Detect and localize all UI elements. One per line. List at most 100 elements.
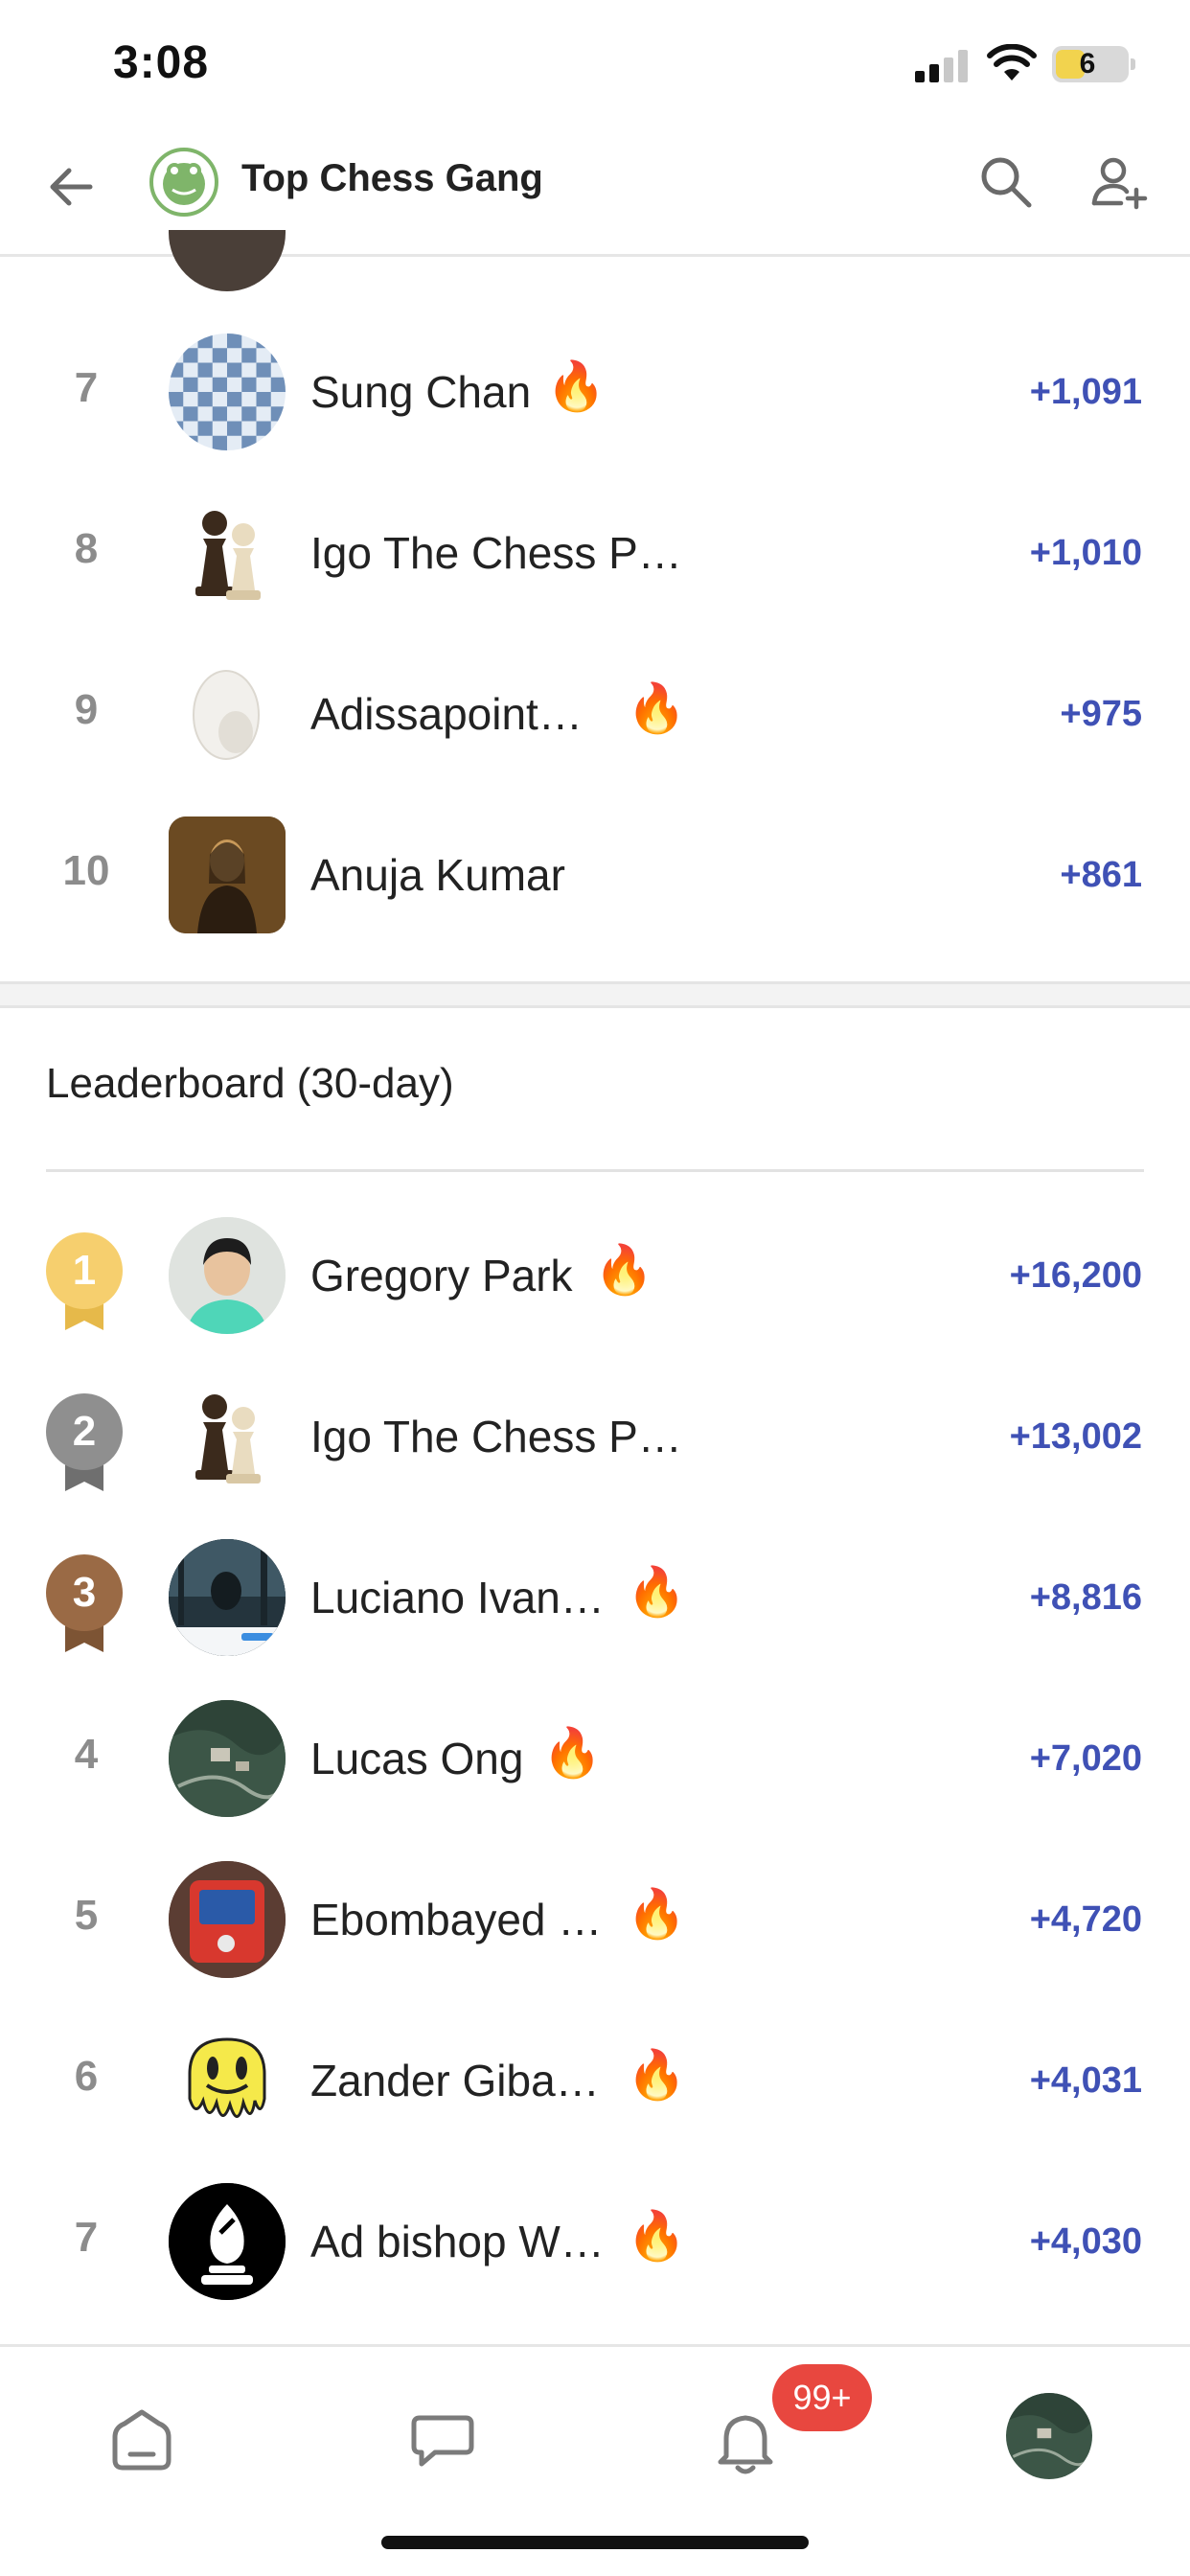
section-title: Leaderboard (30-day) <box>46 1060 454 1107</box>
rank-number: 7 <box>74 2214 99 2261</box>
avatar <box>169 1700 286 1817</box>
map-avatar-image <box>1006 2393 1092 2479</box>
fire-icon: 🔥 <box>627 2209 687 2263</box>
home-icon[interactable] <box>105 2404 178 2477</box>
chess-pawns-avatar-image <box>195 1394 261 1484</box>
score-value: +16,200 <box>1009 1255 1142 1296</box>
rank-number: 2 <box>72 1408 97 1455</box>
divider <box>46 1169 1144 1172</box>
rank-number: 5 <box>74 1892 99 1939</box>
group-title: Top Chess Gang <box>241 157 543 199</box>
add-user-icon[interactable] <box>1088 151 1150 213</box>
rank-number: 10 <box>62 847 110 894</box>
fire-icon: 🔥 <box>594 1243 654 1297</box>
score-value: +7,020 <box>1029 1738 1142 1779</box>
player-name: Zander Giba… <box>310 2056 600 2105</box>
score-value: +4,720 <box>1029 1899 1142 1940</box>
rank-number: 3 <box>72 1569 97 1616</box>
player-name: Sung Chan <box>310 367 532 417</box>
fire-icon: 🔥 <box>546 359 606 413</box>
cellular-signal-icon <box>915 50 968 82</box>
rank-number: 6 <box>74 2053 99 2100</box>
player-name: Anuja Kumar <box>310 850 565 900</box>
rank-number: 1 <box>72 1247 97 1294</box>
avatar <box>169 1378 286 1495</box>
score-value: +13,002 <box>1009 1416 1142 1457</box>
leaderboard-row[interactable]: 4 Lucas Ong 🔥 +7,020 <box>0 1679 1190 1840</box>
avatar <box>169 1539 286 1656</box>
rank-number: 4 <box>74 1731 99 1778</box>
status-time: 3:08 <box>113 37 210 88</box>
avatar <box>169 816 286 933</box>
score-value: +8,816 <box>1029 1577 1142 1618</box>
score-value: +861 <box>1060 855 1142 895</box>
avatar <box>169 334 286 450</box>
rank-number: 7 <box>74 364 99 411</box>
bronze-medal-icon: 3 <box>44 1554 125 1652</box>
player-name: Adissapoint… <box>310 689 583 739</box>
leaderboard-row[interactable]: 5 Ebombayed … 🔥 +4,720 <box>0 1840 1190 2001</box>
frog-logo-icon <box>163 163 205 205</box>
user-photo-avatar-image <box>169 1217 286 1334</box>
fire-icon: 🔥 <box>627 1565 687 1619</box>
melting-smiley-avatar-image <box>169 2022 286 2139</box>
score-value: +975 <box>1060 694 1142 734</box>
egg-avatar-image <box>193 670 260 760</box>
score-value: +1,091 <box>1029 372 1142 412</box>
score-value: +4,030 <box>1029 2221 1142 2262</box>
player-name: Luciano Ivan… <box>310 1573 605 1622</box>
fire-icon: 🔥 <box>627 681 687 735</box>
notification-badge: 99+ <box>772 2364 872 2431</box>
chess-pawns-avatar-image <box>195 511 261 600</box>
fire-icon: 🔥 <box>627 2048 687 2102</box>
player-name: Igo The Chess P… <box>310 528 682 578</box>
rank-number: 9 <box>74 686 99 733</box>
score-value: +4,031 <box>1029 2060 1142 2101</box>
avatar <box>169 230 286 291</box>
player-name: Gregory Park <box>310 1251 573 1300</box>
section-divider <box>0 981 1190 1008</box>
leaderboard-row[interactable]: 6 Zander Giba… 🔥 +4,031 <box>0 2001 1190 2162</box>
leaderboard-row[interactable]: 2 Igo The Chess P… +13,002 <box>0 1357 1190 1518</box>
chessboard-avatar-image <box>169 334 286 450</box>
rank-number: 8 <box>74 525 99 572</box>
leaderboard-row[interactable]: 1 Gregory Park 🔥 +16,200 <box>0 1196 1190 1357</box>
fire-icon: 🔥 <box>627 1887 687 1941</box>
list-item[interactable]: 8 Igo The Chess P… +1,010 <box>0 473 1190 634</box>
player-name: Ebombayed … <box>310 1895 603 1944</box>
list-item[interactable]: 9 Adissapoint… 🔥 +975 <box>0 634 1190 795</box>
profile-avatar[interactable] <box>1006 2393 1092 2479</box>
status-bar: 3:08 6 <box>0 0 1190 134</box>
avatar <box>169 1217 286 1334</box>
leaderboard-row[interactable]: 7 Ad bishop W… 🔥 +4,030 <box>0 2162 1190 2323</box>
portrait-avatar-image <box>169 816 286 933</box>
leaderboard-row[interactable]: 3 Luciano Ivan… 🔥 +8,816 <box>0 1518 1190 1679</box>
wifi-icon <box>987 44 1037 80</box>
list-item[interactable]: 10 Anuja Kumar +861 <box>0 795 1190 956</box>
arrow-left-icon[interactable] <box>42 157 102 217</box>
avatar <box>169 2183 286 2300</box>
score-value: +1,010 <box>1029 533 1142 573</box>
avatar <box>169 2022 286 2139</box>
avatar <box>169 494 286 611</box>
home-indicator <box>381 2536 809 2549</box>
battery-level: 6 <box>1079 48 1096 80</box>
group-avatar[interactable] <box>149 148 218 217</box>
player-name: Lucas Ong <box>310 1734 524 1783</box>
bell-icon[interactable] <box>709 2404 782 2477</box>
handheld-game-avatar-image <box>169 1861 286 1978</box>
bishop-avatar-image <box>169 2183 286 2300</box>
avatar <box>169 656 286 772</box>
search-icon[interactable] <box>975 151 1037 213</box>
forest-avatar-image <box>169 1539 286 1656</box>
list-item[interactable]: 7 Sung Chan 🔥 +1,091 <box>0 312 1190 473</box>
silver-medal-icon: 2 <box>44 1393 125 1491</box>
battery-indicator: 6 <box>1052 46 1135 82</box>
player-name: Ad bishop W… <box>310 2217 605 2266</box>
map-avatar-image <box>169 1700 286 1817</box>
chat-icon[interactable] <box>406 2404 479 2477</box>
avatar <box>169 1861 286 1978</box>
gold-medal-icon: 1 <box>44 1232 125 1330</box>
player-name: Igo The Chess P… <box>310 1412 682 1461</box>
fire-icon: 🔥 <box>542 1726 603 1780</box>
